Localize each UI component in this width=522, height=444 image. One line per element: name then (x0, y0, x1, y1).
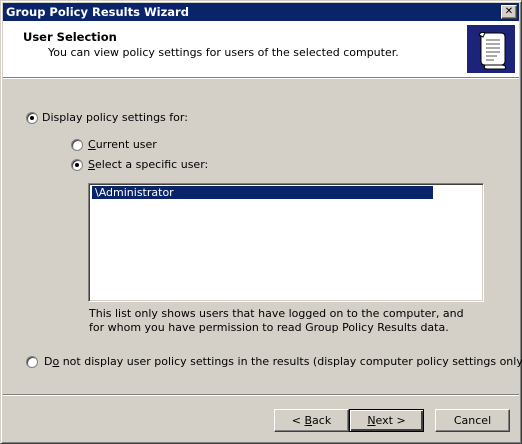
specific-user-text: elect a specific user: (94, 158, 209, 171)
close-icon: ✕ (504, 6, 514, 17)
specific-user-label[interactable]: Select a specific user: (88, 158, 208, 171)
user-list-note: This list only shows users that have log… (89, 307, 464, 334)
do-not-display-text: not display user policy settings in the … (59, 355, 522, 368)
cancel-text: Cancel (453, 414, 492, 427)
display-settings-text: Display policy settings for: (42, 111, 188, 124)
wizard-window: Group Policy Results Wizard ✕ User Selec… (0, 0, 522, 444)
current-user-label[interactable]: Current user (88, 138, 157, 151)
page-subtitle: You can view policy settings for users o… (48, 46, 399, 59)
specific-user-accel: S (88, 158, 95, 171)
wizard-header: User Selection You can view policy setti… (3, 21, 519, 77)
next-button[interactable]: Next > (349, 409, 424, 432)
header-divider (3, 77, 519, 79)
scroll-icon (467, 25, 515, 73)
page-title: User Selection (23, 30, 117, 44)
back-button[interactable]: < Back (274, 409, 349, 432)
close-button[interactable]: ✕ (501, 5, 517, 19)
back-text: ack (312, 414, 332, 427)
back-accel: B (304, 414, 313, 427)
current-user-accel: C (88, 138, 96, 151)
specific-user-radio[interactable] (71, 159, 83, 171)
do-not-display-radio[interactable] (26, 356, 38, 368)
next-accel: N (367, 414, 376, 427)
next-text: ext > (375, 414, 406, 427)
current-user-radio[interactable] (71, 139, 83, 151)
cancel-button[interactable]: Cancel (435, 409, 510, 432)
user-listbox[interactable]: \Administrator (88, 183, 484, 302)
list-item[interactable]: \Administrator (91, 185, 434, 200)
current-user-text: urrent user (95, 138, 157, 151)
back-prefix: < (291, 414, 305, 427)
footer-divider (3, 394, 519, 396)
window-title: Group Policy Results Wizard (6, 5, 189, 19)
do-not-display-label[interactable]: Do not display user policy settings in t… (44, 355, 522, 368)
title-bar[interactable]: Group Policy Results Wizard ✕ (3, 3, 519, 21)
display-settings-label[interactable]: Display policy settings for: (42, 111, 188, 124)
display-settings-radio[interactable] (26, 112, 38, 124)
